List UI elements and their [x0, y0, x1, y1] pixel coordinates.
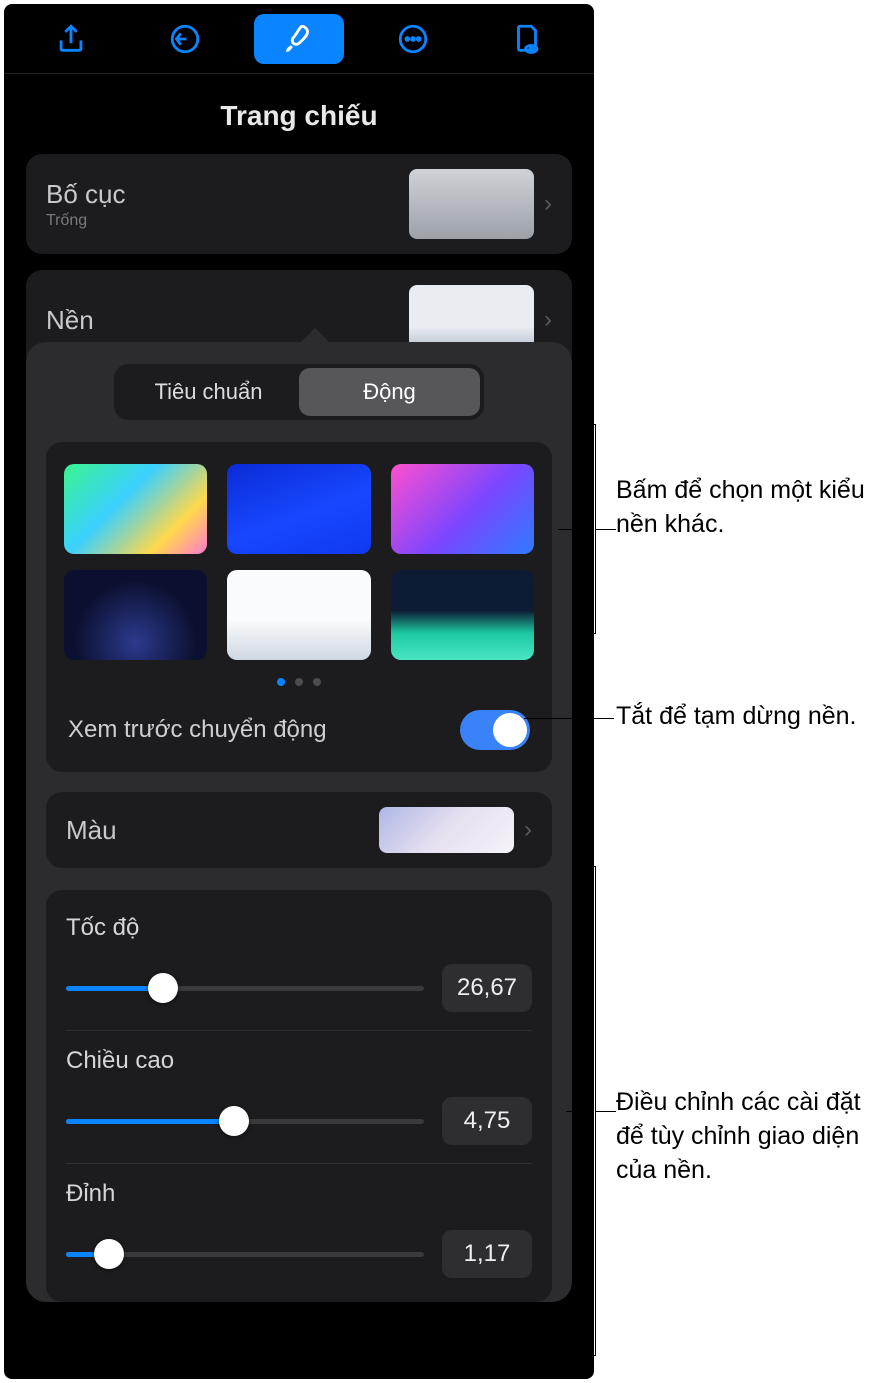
peak-label: Đỉnh	[66, 1180, 532, 1208]
more-button[interactable]	[368, 14, 458, 64]
bg-style-option[interactable]	[391, 464, 534, 554]
peak-slider[interactable]	[66, 1252, 424, 1257]
callout-toggle: Tắt để tạm dừng nền.	[616, 700, 866, 734]
layout-thumbnail	[409, 169, 534, 239]
undo-button[interactable]	[140, 14, 230, 64]
background-popover: Tiêu chuẩn Động Xem trư	[26, 342, 572, 1302]
height-slider[interactable]	[66, 1119, 424, 1124]
segment-dynamic[interactable]: Động	[299, 368, 480, 416]
bg-style-option[interactable]	[227, 570, 370, 660]
segment-standard[interactable]: Tiêu chuẩn	[118, 368, 299, 416]
chevron-right-icon: ›	[544, 190, 552, 218]
callout-lead	[524, 718, 614, 719]
height-label: Chiều cao	[66, 1047, 532, 1075]
peak-block: Đỉnh 1,17	[66, 1164, 532, 1282]
layout-row[interactable]: Bố cục Trống ›	[26, 154, 572, 254]
bg-style-option[interactable]	[64, 464, 207, 554]
color-swatch	[379, 807, 514, 853]
callout-pick-bg: Bấm để chọn một kiểu nền khác.	[616, 474, 866, 542]
callout-lead	[566, 1111, 586, 1112]
color-row[interactable]: Màu ›	[46, 792, 552, 868]
sliders-panel: Tốc độ 26,67 Chiều cao 4,75	[46, 890, 552, 1302]
brush-icon	[282, 22, 316, 56]
background-style-panel: Xem trước chuyển động	[46, 442, 552, 772]
callout-text: Bấm để chọn một kiểu nền khác.	[616, 476, 865, 538]
page-dots	[64, 678, 534, 686]
callout-text: Điều chỉnh các cài đặt để tùy chỉnh giao…	[616, 1088, 861, 1184]
page-dot[interactable]	[277, 678, 285, 686]
preview-motion-toggle[interactable]	[460, 710, 530, 750]
color-label: Màu	[66, 815, 117, 846]
bg-style-option[interactable]	[391, 570, 534, 660]
toolbar	[4, 4, 594, 74]
presenter-button[interactable]	[482, 14, 572, 64]
layout-sub: Trống	[46, 212, 126, 230]
toggle-knob	[493, 713, 527, 747]
document-eye-icon	[510, 22, 544, 56]
page-dot[interactable]	[313, 678, 321, 686]
ellipsis-circle-icon	[396, 22, 430, 56]
bg-style-option[interactable]	[227, 464, 370, 554]
background-label: Nền	[46, 305, 94, 336]
callout-lead	[558, 529, 586, 530]
background-grid	[64, 464, 534, 660]
share-button[interactable]	[26, 14, 116, 64]
speed-block: Tốc độ 26,67	[66, 898, 532, 1031]
panel-title: Trang chiếu	[4, 74, 594, 154]
height-value[interactable]: 4,75	[442, 1097, 532, 1145]
format-button[interactable]	[254, 14, 344, 64]
callout-text: Tắt để tạm dừng nền.	[616, 702, 857, 730]
chevron-right-icon: ›	[524, 816, 532, 844]
callout-sliders: Điều chỉnh các cài đặt để tùy chỉnh giao…	[616, 1086, 876, 1187]
layout-label: Bố cục	[46, 179, 126, 210]
speed-value[interactable]: 26,67	[442, 964, 532, 1012]
preview-motion-label: Xem trước chuyển động	[68, 716, 327, 744]
speed-slider[interactable]	[66, 986, 424, 991]
height-block: Chiều cao 4,75	[66, 1031, 532, 1164]
speed-label: Tốc độ	[66, 914, 532, 942]
bg-type-segmented: Tiêu chuẩn Động	[114, 364, 484, 420]
undo-icon	[168, 22, 202, 56]
bg-style-option[interactable]	[64, 570, 207, 660]
page-dot[interactable]	[295, 678, 303, 686]
chevron-right-icon: ›	[544, 306, 552, 334]
peak-value[interactable]: 1,17	[442, 1230, 532, 1278]
inspector-panel: Trang chiếu Bố cục Trống › Nền ›	[4, 4, 594, 1379]
share-icon	[54, 22, 88, 56]
